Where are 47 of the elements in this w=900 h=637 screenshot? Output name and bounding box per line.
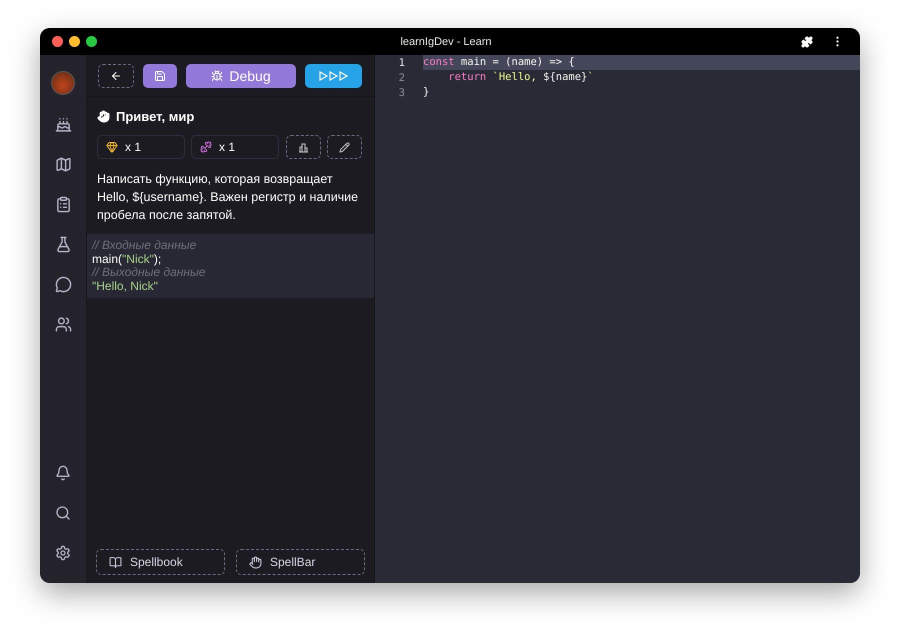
- close-dot[interactable]: [52, 36, 63, 47]
- stats-button[interactable]: [286, 135, 321, 159]
- task-description: Написать функцию, которая возвращает Hello, ${username}. Важен регистр и наличие пробела после запятой.: [97, 171, 360, 224]
- clipboard-icon[interactable]: [54, 196, 72, 212]
- settings-icon[interactable]: [55, 545, 71, 561]
- spell-button[interactable]: SpellBar: [236, 549, 365, 575]
- bar-chart-icon: [298, 142, 309, 152]
- search-icon[interactable]: [55, 505, 71, 521]
- hand-icon: [249, 556, 262, 568]
- gem-icon: [106, 141, 118, 153]
- arrow-left-icon: [110, 70, 122, 82]
- avatar[interactable]: [51, 71, 75, 95]
- window-title: learnIgDev - Learn: [399, 36, 493, 48]
- chat-icon[interactable]: [54, 276, 72, 292]
- flask-icon[interactable]: [54, 236, 72, 252]
- example-line: // Выходные данные: [92, 266, 206, 280]
- task-title: Привет, мир: [116, 109, 194, 124]
- run-button[interactable]: [305, 64, 362, 88]
- spell-button[interactable]: Spellbook: [96, 549, 225, 575]
- bug-icon: [211, 70, 224, 82]
- users-icon[interactable]: [54, 316, 72, 332]
- hand-icon: [97, 110, 110, 123]
- stat-count: x 1: [125, 140, 142, 154]
- code-line: }: [423, 85, 430, 100]
- book-icon: [109, 556, 122, 568]
- maximize-dot[interactable]: [86, 36, 97, 47]
- triple-triangle-icon: [318, 71, 348, 81]
- bell-icon[interactable]: [55, 465, 71, 481]
- pencil-icon: [339, 142, 350, 152]
- dumbbell-icon: [200, 141, 212, 153]
- back-button[interactable]: [98, 64, 134, 88]
- debug-button[interactable]: Debug: [186, 64, 296, 88]
- edit-button[interactable]: [327, 135, 362, 159]
- example-line: main("Nick");: [92, 252, 162, 266]
- save-button[interactable]: [143, 64, 177, 88]
- puzzle-icon[interactable]: [801, 36, 813, 48]
- line-number: 1: [398, 56, 406, 68]
- stat-count: x 1: [219, 140, 236, 154]
- line-number: 3: [398, 86, 406, 98]
- cake-icon[interactable]: [54, 116, 72, 132]
- line-number: 2: [398, 72, 406, 84]
- example-line: // Входные данные: [92, 239, 198, 252]
- example-line: "Hello, Nick": [92, 280, 159, 293]
- code-line: return `Hello, ${name}`: [447, 70, 595, 85]
- minimize-dot[interactable]: [69, 36, 80, 47]
- map-icon[interactable]: [54, 156, 72, 172]
- save-icon: [154, 70, 166, 82]
